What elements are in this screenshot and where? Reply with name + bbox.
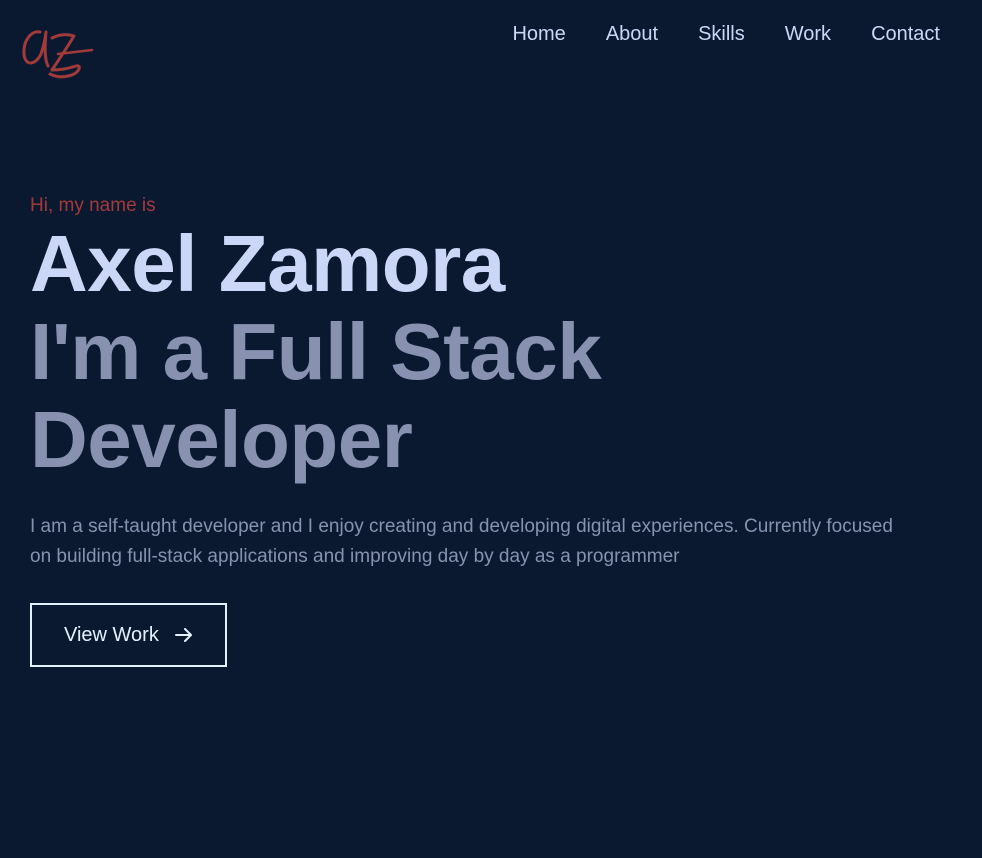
nav-link-about[interactable]: About (606, 21, 658, 47)
view-work-label: View Work (64, 623, 159, 646)
hero-description: I am a self-taught developer and I enjoy… (30, 516, 893, 567)
nav-link-contact[interactable]: Contact (871, 21, 940, 47)
logo[interactable] (18, 16, 98, 82)
nav-link-home[interactable]: Home (512, 21, 565, 47)
hero-role: I'm a Full Stack Developer (30, 307, 602, 484)
nav-link-work[interactable]: Work (785, 21, 831, 47)
main-nav: Home About Skills Work Contact (512, 21, 940, 47)
hero-name: Axel Zamora (30, 219, 505, 308)
arrow-right-icon (174, 628, 192, 642)
logo-mark-icon (22, 30, 94, 79)
hero-section: Hi, my name is Axel Zamora I'm a Full St… (30, 192, 930, 667)
view-work-button[interactable]: View Work (30, 603, 227, 667)
hero-greeting: Hi, my name is (30, 195, 156, 216)
nav-link-skills[interactable]: Skills (698, 21, 745, 47)
